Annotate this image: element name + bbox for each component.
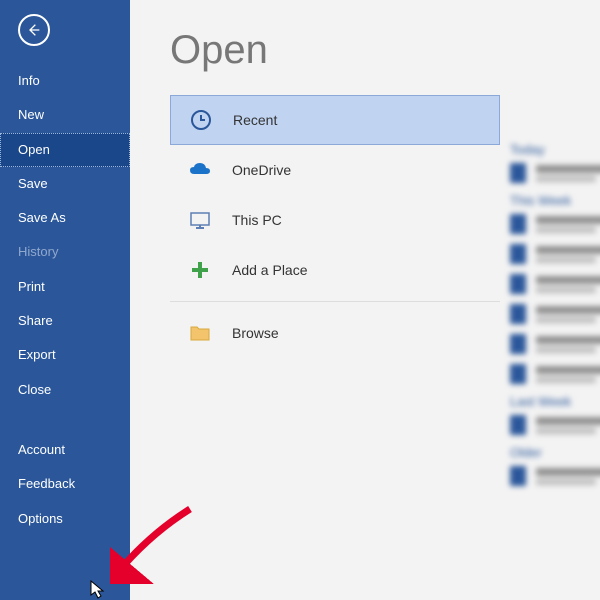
backstage-main: Open Recent OneDrive This PC Add a Place [130, 0, 600, 600]
back-arrow-icon [26, 22, 42, 38]
open-source-list: Recent OneDrive This PC Add a Place [170, 95, 500, 358]
document-icon [510, 163, 526, 183]
source-label: This PC [232, 212, 282, 228]
sidebar-item-label: Save As [18, 210, 66, 225]
back-button[interactable] [18, 14, 50, 46]
document-icon [510, 364, 526, 384]
recent-section-header: Last Week [510, 394, 600, 409]
sidebar-item-save[interactable]: Save [0, 167, 130, 201]
sidebar-item-label: Account [18, 442, 65, 457]
recent-file-item[interactable] [510, 415, 600, 435]
sidebar-item-new[interactable]: New [0, 98, 130, 132]
document-icon [510, 244, 526, 264]
sidebar-item-label: Print [18, 279, 45, 294]
clock-icon [189, 108, 213, 132]
sidebar-item-label: History [18, 244, 58, 259]
source-add-place[interactable]: Add a Place [170, 245, 500, 295]
sidebar-item-label: Options [18, 511, 63, 526]
recent-file-item[interactable] [510, 274, 600, 294]
backstage-sidebar: Info New Open Save Save As History Print… [0, 0, 130, 600]
onedrive-icon [188, 158, 212, 182]
source-onedrive[interactable]: OneDrive [170, 145, 500, 195]
sidebar-item-print[interactable]: Print [0, 270, 130, 304]
sidebar-item-label: Open [18, 142, 50, 157]
document-icon [510, 214, 526, 234]
source-label: OneDrive [232, 162, 291, 178]
sidebar-item-options[interactable]: Options [0, 502, 130, 536]
document-icon [510, 274, 526, 294]
document-icon [510, 304, 526, 324]
sidebar-item-open[interactable]: Open [0, 133, 130, 167]
recent-file-item[interactable] [510, 304, 600, 324]
recent-file-item[interactable] [510, 163, 600, 183]
sidebar-item-label: Export [18, 347, 56, 362]
sidebar-item-label: Close [18, 382, 51, 397]
plus-icon [188, 258, 212, 282]
sidebar-item-export[interactable]: Export [0, 338, 130, 372]
sidebar-item-history[interactable]: History [0, 235, 130, 269]
sidebar-item-feedback[interactable]: Feedback [0, 467, 130, 501]
document-icon [510, 334, 526, 354]
recent-file-item[interactable] [510, 466, 600, 486]
sidebar-item-close[interactable]: Close [0, 373, 130, 407]
folder-icon [188, 321, 212, 345]
document-icon [510, 415, 526, 435]
recent-section-header: This Week [510, 193, 600, 208]
this-pc-icon [188, 208, 212, 232]
sidebar-item-label: Share [18, 313, 53, 328]
sidebar-item-share[interactable]: Share [0, 304, 130, 338]
source-label: Recent [233, 112, 277, 128]
sidebar-item-label: New [18, 107, 44, 122]
recent-files-list: Today This Week Last Week Older [510, 132, 600, 496]
sidebar-item-label: Save [18, 176, 48, 191]
source-browse[interactable]: Browse [170, 308, 500, 358]
recent-section-header: Older [510, 445, 600, 460]
recent-file-item[interactable] [510, 364, 600, 384]
divider [170, 301, 500, 302]
document-icon [510, 466, 526, 486]
source-label: Browse [232, 325, 279, 341]
page-title: Open [170, 28, 600, 73]
recent-file-item[interactable] [510, 244, 600, 264]
sidebar-item-save-as[interactable]: Save As [0, 201, 130, 235]
source-this-pc[interactable]: This PC [170, 195, 500, 245]
sidebar-item-account[interactable]: Account [0, 433, 130, 467]
recent-file-item[interactable] [510, 334, 600, 354]
sidebar-item-label: Info [18, 73, 40, 88]
sidebar-item-info[interactable]: Info [0, 64, 130, 98]
source-label: Add a Place [232, 262, 308, 278]
recent-section-header: Today [510, 142, 600, 157]
recent-file-item[interactable] [510, 214, 600, 234]
source-recent[interactable]: Recent [170, 95, 500, 145]
sidebar-item-label: Feedback [18, 476, 75, 491]
